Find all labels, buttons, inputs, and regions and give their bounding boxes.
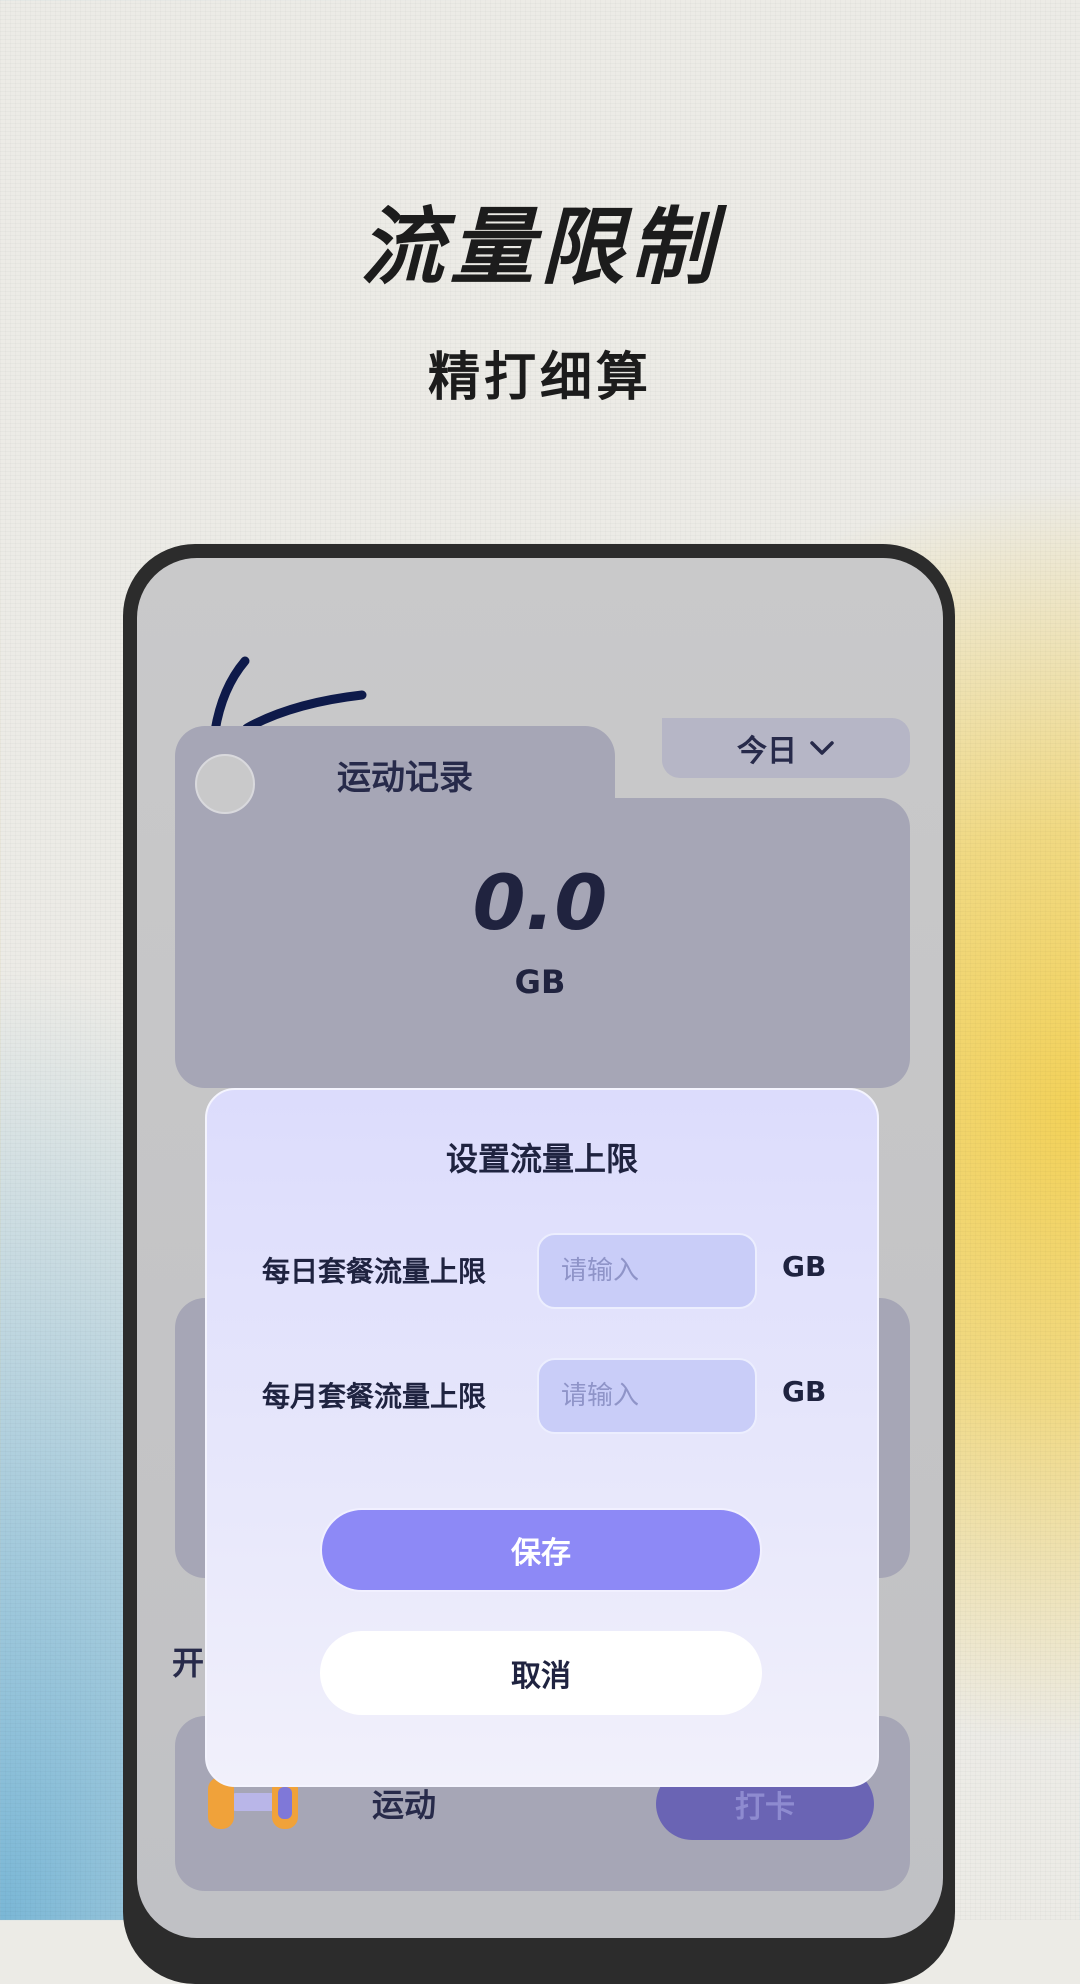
card-decoration-circle [195, 754, 255, 814]
period-selector[interactable]: 今日 [662, 718, 910, 778]
daily-limit-unit: GB [782, 1250, 827, 1283]
dialog-title: 设置流量上限 [445, 1140, 638, 1178]
hero-subtitle: 精打细算 [427, 348, 652, 408]
monthly-limit-label: 每月套餐流量上限 [262, 1380, 487, 1413]
save-button[interactable]: 保存 [320, 1508, 762, 1592]
daily-limit-input[interactable] [537, 1233, 757, 1309]
section-label: 开 [172, 1644, 205, 1682]
traffic-limit-dialog: 设置流量上限 每日套餐流量上限 GB 每月套餐流量上限 GB 保存 取消 [205, 1088, 879, 1787]
daily-limit-label: 每日套餐流量上限 [262, 1255, 487, 1288]
monthly-limit-input[interactable] [537, 1358, 757, 1434]
hero-title: 流量限制 [359, 198, 720, 296]
period-label: 今日 [737, 734, 797, 769]
cancel-button[interactable]: 取消 [320, 1631, 762, 1715]
card-title: 运动记录 [337, 758, 473, 798]
chevron-down-icon [810, 741, 834, 755]
usage-value: 0.0 [472, 858, 608, 947]
usage-unit: GB [514, 963, 566, 1001]
monthly-limit-unit: GB [782, 1375, 827, 1408]
